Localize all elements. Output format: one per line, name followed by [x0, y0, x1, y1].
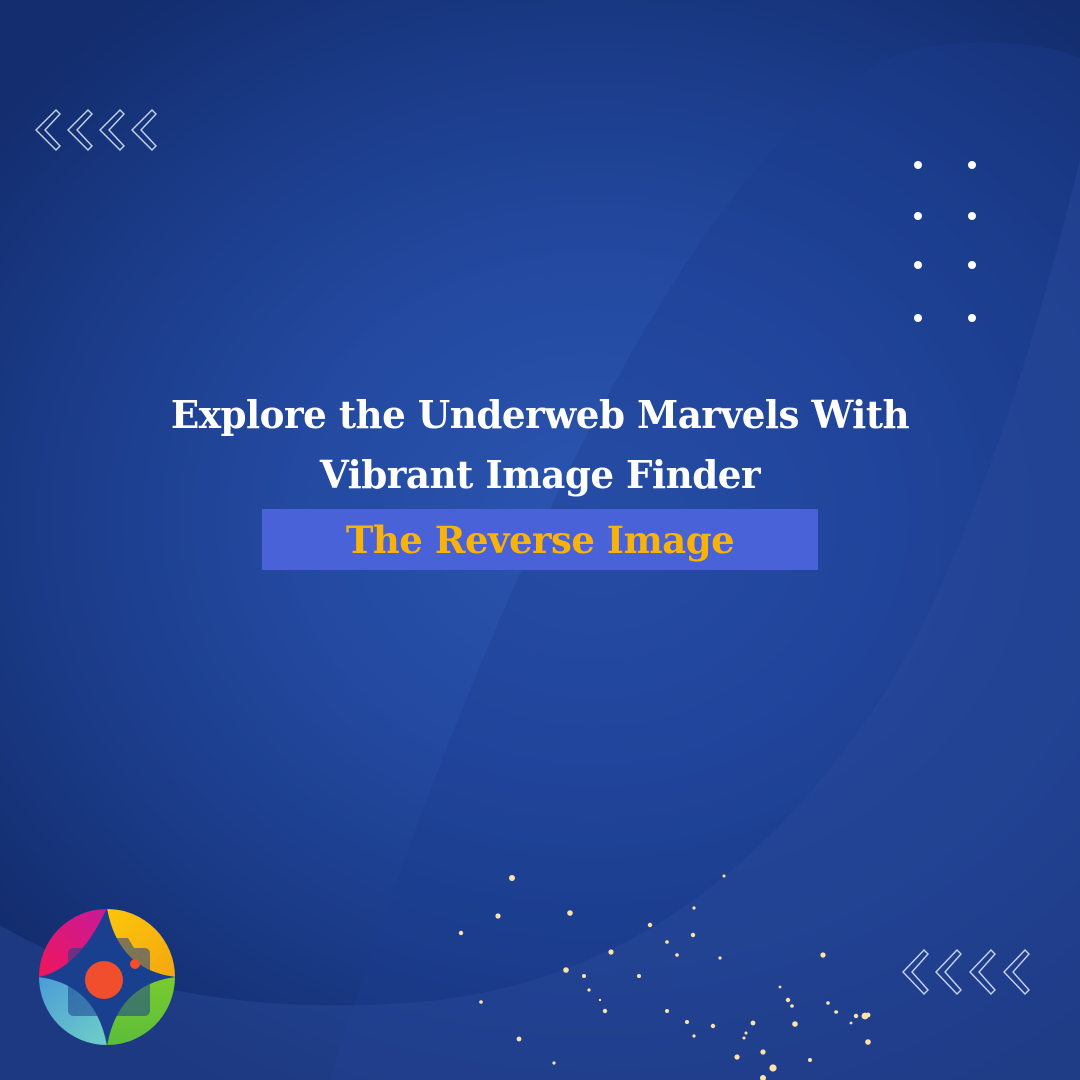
camera-location-logo: [39, 909, 175, 1045]
dot: [914, 161, 922, 169]
chevron-left-icon: [35, 109, 61, 151]
chevron-left-icon: [131, 109, 157, 151]
chevron-left-icon: [935, 948, 962, 996]
chevron-left-group-icon: [35, 109, 157, 151]
dot: [914, 314, 922, 322]
chevron-left-icon: [67, 109, 93, 151]
dot: [968, 314, 976, 322]
dot: [968, 161, 976, 169]
chevron-left-icon: [902, 948, 929, 996]
chevron-left-icon: [969, 948, 996, 996]
camera-lens-icon: [85, 961, 123, 999]
promo-canvas: Explore the Underweb Marvels With Vibran…: [0, 0, 1080, 1080]
camera-flash-icon: [130, 959, 140, 969]
dot: [914, 212, 922, 220]
headline: Explore the Underweb Marvels With Vibran…: [11, 385, 1069, 505]
headline-line-1: Explore the Underweb Marvels With: [170, 392, 910, 437]
chevron-left-group-icon: [902, 948, 1030, 996]
chevron-left-icon: [99, 109, 125, 151]
dot: [914, 261, 922, 269]
dot: [968, 261, 976, 269]
subtitle-text: The Reverse Image: [345, 517, 735, 562]
subtitle-banner: The Reverse Image: [262, 509, 818, 570]
headline-line-2: Vibrant Image Finder: [319, 452, 761, 497]
dot: [968, 212, 976, 220]
chevron-left-icon: [1003, 948, 1030, 996]
dot-grid-icon: [914, 161, 976, 322]
